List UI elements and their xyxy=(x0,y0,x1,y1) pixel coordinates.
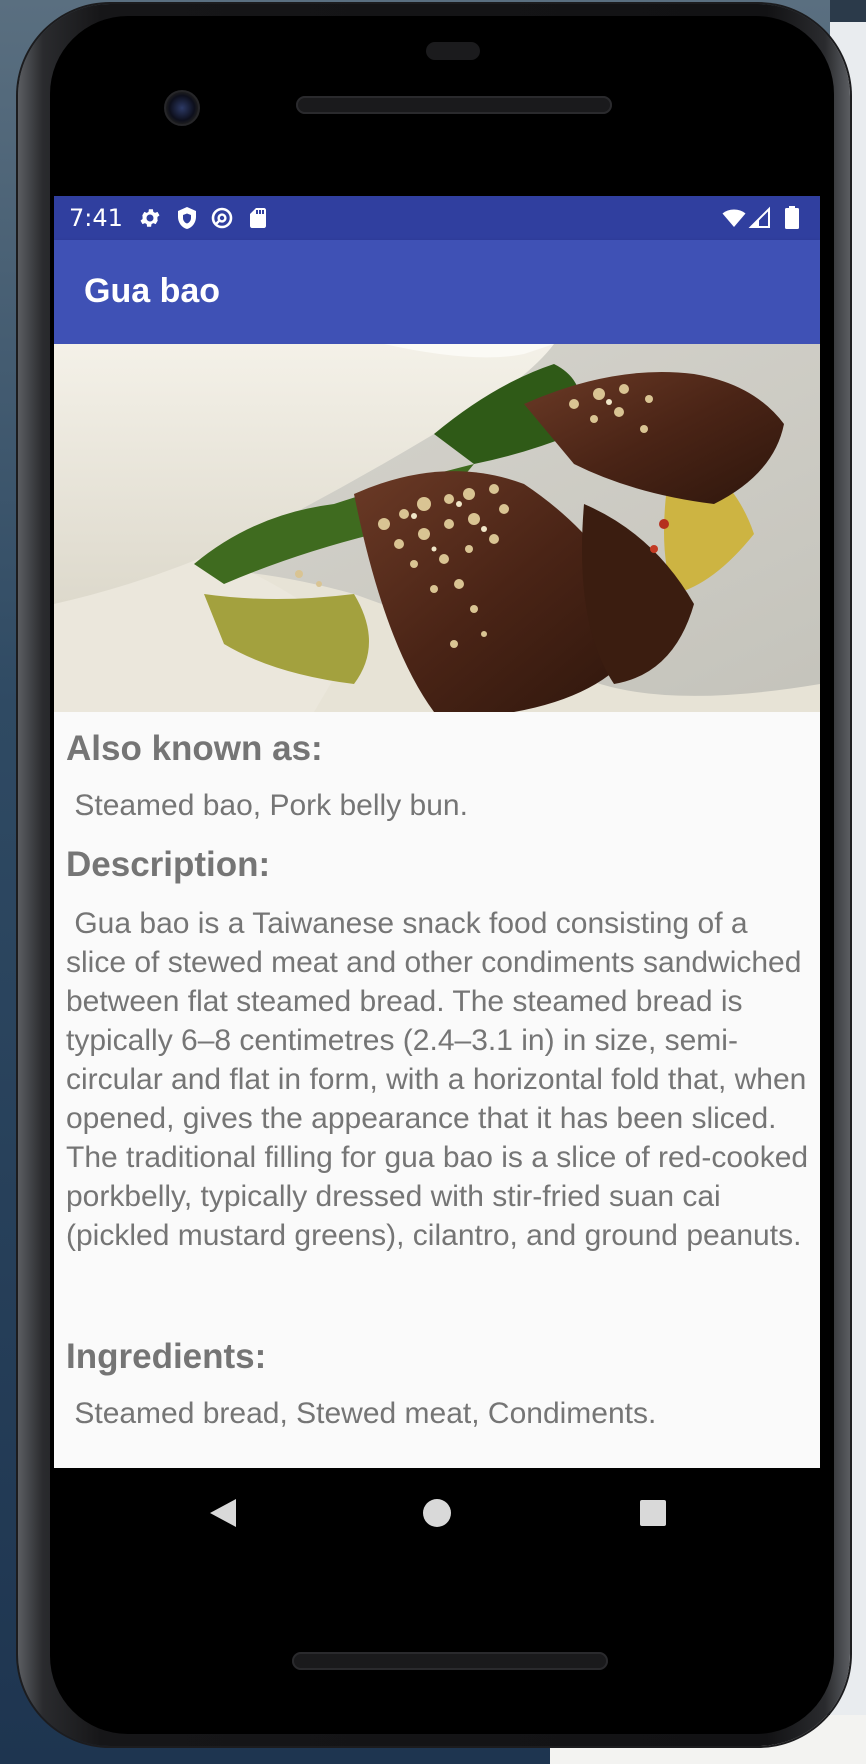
signal-icon xyxy=(748,206,770,228)
front-camera-icon xyxy=(164,90,200,126)
food-photo xyxy=(54,344,820,712)
battery-icon xyxy=(785,206,799,229)
wifi-icon xyxy=(722,209,746,227)
top-speaker-grille xyxy=(296,96,612,114)
navigation-bar xyxy=(54,1468,820,1558)
ingredients-heading: Ingredients: xyxy=(66,1337,267,1376)
recents-icon xyxy=(640,1500,666,1526)
description-heading: Description: xyxy=(66,845,271,884)
status-time: 7:41 xyxy=(69,204,123,232)
gua-bao-photo-illustration xyxy=(54,344,820,712)
gear-icon xyxy=(140,209,160,227)
ingredients-text: Steamed bread, Stewed meat, Condiments. xyxy=(66,1397,657,1430)
app-title: Gua bao xyxy=(84,272,221,310)
phone-sensor xyxy=(426,42,480,60)
at-sign-icon xyxy=(211,207,233,229)
home-icon xyxy=(423,1499,451,1527)
desktop-side-window-bar xyxy=(830,0,866,22)
back-button[interactable] xyxy=(178,1468,268,1558)
aka-heading: Also known as: xyxy=(66,729,323,768)
app-bar: Gua bao xyxy=(54,240,820,344)
home-button[interactable] xyxy=(392,1468,482,1558)
shield-icon xyxy=(178,207,196,229)
device-screen: 7:41 Gua bao Also known as: Steamed bao,… xyxy=(54,196,820,1468)
bottom-speaker-grille xyxy=(292,1652,608,1670)
status-bar: 7:41 xyxy=(54,196,820,240)
sd-card-icon xyxy=(250,208,266,228)
recents-button[interactable] xyxy=(608,1468,698,1558)
back-icon xyxy=(210,1499,236,1527)
aka-text: Steamed bao, Pork belly bun. xyxy=(66,789,468,822)
description-text: Gua bao is a Taiwanese snack food consis… xyxy=(66,907,817,1252)
